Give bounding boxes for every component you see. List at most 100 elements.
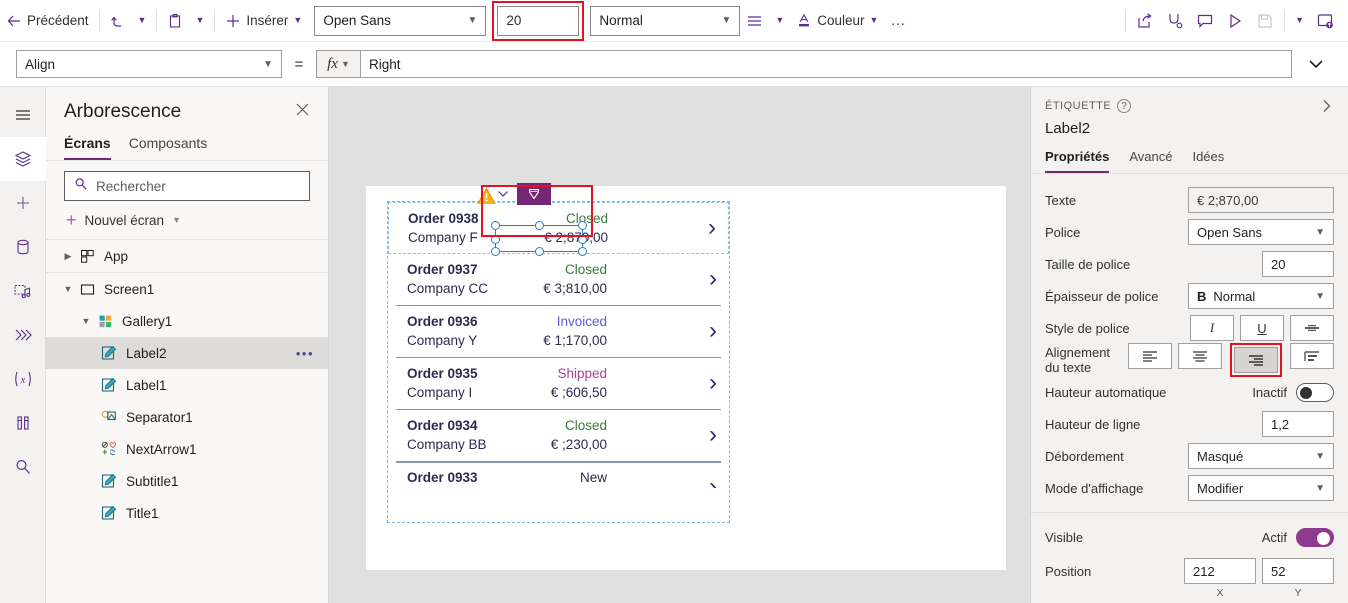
resize-handle-nw[interactable] [491, 221, 500, 230]
displaymode-select[interactable]: Modifier ▼ [1188, 475, 1334, 501]
preview-button[interactable] [1220, 5, 1250, 37]
undo-button[interactable] [104, 5, 132, 37]
label-widget-badge[interactable] [517, 183, 551, 205]
tree-item-app[interactable]: ▶ App [46, 240, 328, 272]
rail-variables-button[interactable]: x [0, 357, 46, 401]
align-justify-button[interactable] [1290, 343, 1334, 369]
font-weight-combo[interactable]: Normal ▼ [590, 5, 741, 36]
tree-item-label2[interactable]: Label2 ••• [46, 337, 328, 369]
autoheight-toggle[interactable] [1296, 382, 1334, 402]
position-y-input[interactable]: 52 [1262, 558, 1334, 584]
next-arrow-icon[interactable]: › [709, 474, 717, 489]
resize-handle-n[interactable] [535, 221, 544, 230]
resize-handle-w[interactable] [491, 235, 500, 244]
rail-media-button[interactable] [0, 269, 46, 313]
warning-chevron-down-icon[interactable] [497, 189, 509, 200]
tree-item-label1[interactable]: Label1 [46, 369, 328, 401]
rail-tree-view-button[interactable] [0, 137, 46, 181]
tree-item-subtitle1[interactable]: Subtitle1 [46, 465, 328, 497]
tree-item-screen1[interactable]: ▼ Screen1 [46, 273, 328, 305]
formula-expand-button[interactable] [1292, 53, 1340, 75]
app-checker-button[interactable] [1160, 5, 1190, 37]
tree-item-gallery1[interactable]: ▼ Gallery1 [46, 305, 328, 337]
align-center-button[interactable] [1178, 343, 1222, 369]
tree-item-context-menu[interactable]: ••• [296, 346, 314, 361]
tree-item-title1[interactable]: Title1 [46, 497, 328, 529]
italic-button[interactable]: I [1190, 315, 1234, 341]
label2-selection-rect[interactable] [491, 221, 587, 256]
text-value-field[interactable]: € 2;870,00 [1188, 187, 1334, 213]
rail-tools-button[interactable] [0, 401, 46, 445]
chevron-right-icon[interactable]: ▶ [60, 251, 76, 262]
next-arrow-icon[interactable]: › [709, 318, 717, 344]
tree-item-label: Label1 [126, 377, 167, 393]
font-name-combo[interactable]: Open Sans ▼ [314, 5, 487, 36]
font-size-input[interactable]: 20 [497, 5, 580, 36]
tab-idees[interactable]: Idées [1192, 149, 1224, 173]
chevron-down-icon[interactable]: ▼ [60, 284, 76, 294]
search-box[interactable]: Rechercher [64, 171, 310, 201]
gallery-row[interactable]: Order 0934 Company BB Closed € ;230,00 › [388, 410, 729, 462]
gallery-row[interactable]: Order 0937 Company CC Closed € 3;810,00 … [388, 254, 729, 306]
formula-input[interactable]: Right [360, 50, 1292, 78]
property-select[interactable]: Align ▼ [16, 50, 282, 78]
gallery-row[interactable]: Order 0935 Company I Shipped € ;606,50 › [388, 358, 729, 410]
rail-insert-button[interactable] [0, 181, 46, 225]
rail-menu-button[interactable] [0, 93, 46, 137]
gallery1[interactable]: Order 0938 Company F Closed € 2;870,00 › [387, 183, 730, 523]
paste-button[interactable] [161, 5, 189, 37]
screen1-canvas[interactable]: Order 0938 Company F Closed € 2;870,00 › [366, 183, 1006, 570]
align-right-button[interactable] [1234, 347, 1278, 373]
new-screen-button[interactable]: + Nouvel écran ▼ [46, 201, 328, 240]
paste-dropdown[interactable]: ▼ [189, 5, 210, 37]
font-select[interactable]: Open Sans ▼ [1188, 219, 1334, 245]
help-icon[interactable]: ? [1117, 99, 1132, 113]
tab-ecrans[interactable]: Écrans [64, 135, 111, 160]
strikethrough-button[interactable] [1290, 315, 1334, 341]
search-input[interactable]: Rechercher [96, 179, 166, 194]
tab-avance[interactable]: Avancé [1129, 149, 1172, 173]
tab-proprietes[interactable]: Propriétés [1045, 149, 1110, 173]
gallery-row[interactable]: Order 0936 Company Y Invoiced € 1;170,00… [388, 306, 729, 358]
next-arrow-icon[interactable]: › [708, 215, 716, 241]
fx-button[interactable]: fx ▼ [316, 50, 360, 78]
gallery-row[interactable]: Order 0933 New › [388, 462, 729, 488]
overflow-select[interactable]: Masqué ▼ [1188, 443, 1334, 469]
rail-data-button[interactable] [0, 225, 46, 269]
save-dropdown[interactable]: ▼ [1289, 5, 1310, 37]
underline-button[interactable]: U [1240, 315, 1284, 341]
resize-handle-ne[interactable] [578, 221, 587, 230]
tab-composants[interactable]: Composants [129, 135, 208, 160]
more-options-button[interactable]: … [884, 5, 911, 37]
gallery-row[interactable]: Order 0938 Company F Closed € 2;870,00 › [388, 183, 729, 256]
share-button[interactable] [1130, 5, 1160, 37]
fontweight-select[interactable]: B Normal ▼ [1188, 283, 1334, 309]
fontsize-input[interactable]: 20 [1262, 251, 1334, 277]
align-left-button[interactable] [1128, 343, 1172, 369]
align-button[interactable] [740, 5, 769, 37]
warning-triangle-icon[interactable] [477, 187, 496, 210]
comment-button[interactable] [1190, 5, 1220, 37]
insert-button[interactable]: Insérer ▼ [219, 5, 308, 37]
next-arrow-icon[interactable]: › [709, 266, 717, 292]
color-button[interactable]: Couleur ▼ [790, 5, 884, 37]
lineheight-input[interactable]: 1,2 [1262, 411, 1334, 437]
visible-toggle[interactable] [1296, 527, 1334, 547]
tree-item-nextarrow1[interactable]: NextArrow1 [46, 433, 328, 465]
close-icon[interactable] [295, 102, 310, 122]
rail-search-button[interactable] [0, 445, 46, 489]
back-button[interactable]: Précédent [0, 5, 95, 37]
position-x-input[interactable]: 212 [1184, 558, 1256, 584]
rail-flows-button[interactable] [0, 313, 46, 357]
undo-dropdown[interactable]: ▼ [132, 5, 153, 37]
paste-icon [167, 13, 183, 29]
next-arrow-icon[interactable]: › [709, 422, 717, 448]
resize-handle-e[interactable] [578, 235, 587, 244]
publish-button[interactable] [1310, 5, 1340, 37]
align-dropdown[interactable]: ▼ [769, 5, 790, 37]
save-button[interactable] [1250, 5, 1280, 37]
collapse-panel-button[interactable] [1320, 99, 1334, 116]
tree-item-separator1[interactable]: Separator1 [46, 401, 328, 433]
next-arrow-icon[interactable]: › [709, 370, 717, 396]
chevron-down-icon[interactable]: ▼ [78, 316, 94, 326]
